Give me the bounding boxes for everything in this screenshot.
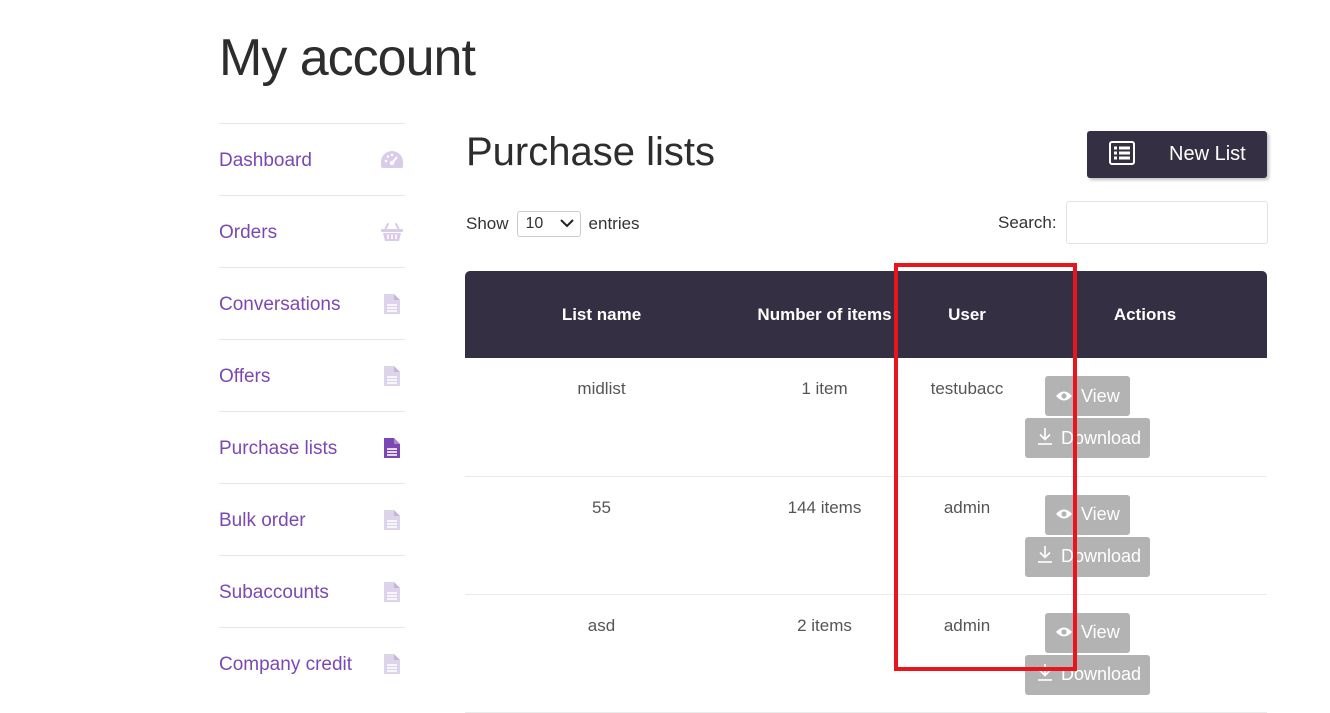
download-button[interactable]: Download bbox=[1025, 536, 1150, 577]
purchase-lists-table: List name Number of items User Actions m… bbox=[465, 271, 1267, 713]
sidebar-item-orders[interactable]: Orders bbox=[219, 195, 405, 267]
show-label: Show bbox=[466, 214, 509, 233]
view-button[interactable]: View bbox=[1045, 612, 1130, 653]
view-label: View bbox=[1081, 385, 1120, 406]
entries-select[interactable]: 10 bbox=[516, 211, 581, 237]
actions-cell: View Download bbox=[1023, 476, 1267, 595]
new-list-label: New List bbox=[1169, 143, 1246, 165]
sidebar-item-label: Offers bbox=[219, 365, 271, 387]
dashboard-icon bbox=[379, 149, 405, 171]
view-button[interactable]: View bbox=[1045, 376, 1130, 416]
file-icon bbox=[379, 437, 405, 459]
user-cell: testubacc bbox=[911, 358, 1023, 477]
sidebar-item-bulk-order[interactable]: Bulk order bbox=[219, 483, 405, 555]
sidebar-item-dashboard[interactable]: Dashboard bbox=[219, 123, 405, 195]
sidebar-item-label: Dashboard bbox=[219, 149, 312, 171]
column-header-number-of-items[interactable]: Number of items bbox=[738, 271, 911, 358]
view-label: View bbox=[1081, 504, 1120, 524]
actions-cell: View Download bbox=[1023, 358, 1267, 477]
download-button[interactable]: Download bbox=[1025, 418, 1150, 458]
list-name-cell: 55 bbox=[465, 476, 738, 595]
search-label: Search: bbox=[998, 212, 1057, 232]
search-input[interactable] bbox=[1065, 201, 1268, 244]
eye-icon bbox=[1055, 386, 1073, 407]
download-button[interactable]: Download bbox=[1025, 654, 1150, 695]
section-title: Purchase lists bbox=[466, 130, 715, 174]
account-sidebar: Dashboard Orders Conversations Offers Pu… bbox=[219, 123, 405, 699]
table-row: midlist 1 item testubacc View Download bbox=[465, 358, 1267, 477]
table-search: Search: bbox=[998, 201, 1268, 244]
list-name-cell: midlist bbox=[465, 358, 738, 477]
download-icon bbox=[1037, 545, 1053, 568]
entries-length-control: Show 10 entries bbox=[466, 211, 640, 237]
download-label: Download bbox=[1061, 664, 1142, 684]
entries-label: entries bbox=[588, 214, 640, 233]
sidebar-item-offers[interactable]: Offers bbox=[219, 339, 405, 411]
items-count-cell: 1 item bbox=[738, 358, 911, 477]
file-icon bbox=[379, 365, 405, 387]
column-header-list-name[interactable]: List name bbox=[465, 271, 738, 358]
column-header-actions: Actions bbox=[1023, 271, 1267, 358]
new-list-button[interactable]: New List bbox=[1087, 131, 1267, 178]
user-cell: admin bbox=[911, 476, 1023, 595]
list-name-cell: asd bbox=[465, 594, 738, 713]
sidebar-item-label: Subaccounts bbox=[219, 581, 329, 603]
list-icon bbox=[1109, 141, 1135, 168]
eye-icon bbox=[1055, 622, 1073, 643]
items-count-cell: 2 items bbox=[738, 594, 911, 713]
sidebar-item-company-credit[interactable]: Company credit bbox=[219, 627, 405, 699]
table-header-row: List name Number of items User Actions bbox=[465, 271, 1267, 358]
sidebar-item-conversations[interactable]: Conversations bbox=[219, 267, 405, 339]
file-icon bbox=[379, 293, 405, 315]
chevron-down-icon bbox=[559, 215, 574, 233]
user-cell: admin bbox=[911, 594, 1023, 713]
sidebar-item-label: Bulk order bbox=[219, 509, 306, 531]
download-label: Download bbox=[1061, 546, 1142, 566]
view-button[interactable]: View bbox=[1045, 494, 1130, 535]
sidebar-item-purchase-lists[interactable]: Purchase lists bbox=[219, 411, 405, 483]
basket-icon bbox=[379, 221, 405, 243]
entries-value: 10 bbox=[525, 215, 544, 232]
file-icon bbox=[379, 581, 405, 603]
sidebar-item-label: Conversations bbox=[219, 293, 341, 315]
download-icon bbox=[1037, 427, 1053, 450]
eye-icon bbox=[1055, 504, 1073, 525]
file-icon bbox=[379, 653, 405, 675]
file-icon bbox=[379, 509, 405, 531]
download-label: Download bbox=[1061, 427, 1142, 448]
table-row: asd 2 items admin View Download bbox=[465, 594, 1267, 713]
view-label: View bbox=[1081, 622, 1120, 642]
column-header-user[interactable]: User bbox=[911, 271, 1023, 358]
download-icon bbox=[1037, 663, 1053, 686]
sidebar-item-subaccounts[interactable]: Subaccounts bbox=[219, 555, 405, 627]
sidebar-item-label: Purchase lists bbox=[219, 437, 338, 459]
table-row: 55 144 items admin View Download bbox=[465, 476, 1267, 595]
items-count-cell: 144 items bbox=[738, 476, 911, 595]
page-title: My account bbox=[219, 29, 476, 87]
actions-cell: View Download bbox=[1023, 594, 1267, 713]
sidebar-item-label: Company credit bbox=[219, 653, 353, 675]
sidebar-item-label: Orders bbox=[219, 221, 278, 243]
